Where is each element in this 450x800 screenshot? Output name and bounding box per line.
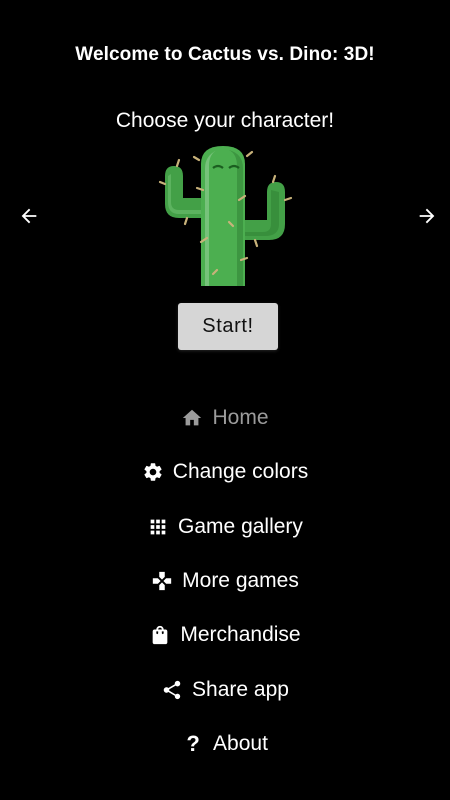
character-preview-cactus — [157, 140, 297, 290]
menu-item-label: Home — [212, 406, 269, 430]
gear-icon — [142, 461, 164, 483]
menu-item-label: Change colors — [172, 460, 309, 484]
grid-icon — [147, 516, 169, 538]
menu-item-more-games[interactable]: More games — [0, 554, 450, 608]
menu-item-label: Share app — [192, 677, 289, 701]
menu-item-home[interactable]: Home — [0, 391, 450, 445]
arrow-left-icon — [21, 208, 37, 224]
gamepad-icon — [151, 570, 173, 592]
shopping-bag-icon — [149, 624, 171, 646]
menu-item-label: About — [213, 731, 268, 755]
cactus-image — [158, 146, 293, 286]
home-icon — [181, 407, 203, 429]
page-title: Welcome to Cactus vs. Dino: 3D! — [75, 44, 375, 65]
menu-item-game-gallery[interactable]: Game gallery — [0, 500, 450, 554]
next-character-button[interactable] — [413, 202, 441, 230]
previous-character-button[interactable] — [15, 202, 43, 230]
menu-item-share-app[interactable]: Share app — [0, 662, 450, 716]
arrow-right-icon — [419, 208, 435, 224]
menu-item-about[interactable]: ? About — [0, 717, 450, 771]
menu-item-change-colors[interactable]: Change colors — [0, 445, 450, 499]
choose-character-label: Choose your character! — [115, 109, 335, 132]
share-icon — [161, 679, 183, 701]
menu-item-label: Merchandise — [180, 623, 301, 647]
start-button[interactable]: Start! — [178, 303, 278, 350]
question-icon: ? — [186, 730, 200, 756]
main-menu: Home Change colors Game gallery More gam… — [0, 391, 450, 771]
menu-item-merchandise[interactable]: Merchandise — [0, 608, 450, 662]
menu-item-label: More games — [182, 569, 299, 593]
menu-item-label: Game gallery — [178, 514, 303, 538]
